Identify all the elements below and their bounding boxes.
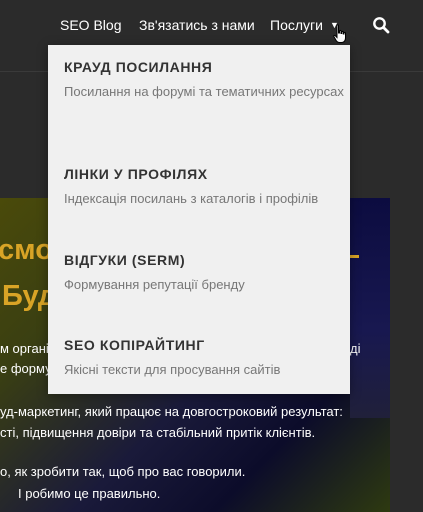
nav-link-seo-blog[interactable]: SEO Blog [60, 17, 121, 33]
hero-text-line: ді [350, 341, 361, 356]
dropdown-item-description: Формування репутації бренду [64, 277, 245, 292]
dropdown-item-seo-copywriting[interactable]: SEO КОПІРАЙТИНГ Якісні тексти для просув… [64, 337, 344, 380]
nav-link-contact[interactable]: Зв'язатись з нами [139, 17, 255, 33]
hero-title-dash [350, 255, 359, 258]
hero-text-line: І робимо це правильно. [18, 486, 161, 501]
search-icon[interactable] [372, 16, 390, 39]
services-dropdown-menu: КРАУД ПОСИЛАННЯ Посилання на форумі та т… [48, 45, 350, 394]
hero-text-line: м органі [0, 341, 49, 356]
hero-text-line: сті, підвищення довіри та стабільний при… [0, 425, 316, 440]
hero-title-line-1: смо [0, 234, 53, 266]
dropdown-item-profile-links[interactable]: ЛІНКИ У ПРОФІЛЯХ Індексація посилань з к… [64, 166, 344, 209]
dropdown-item-title: КРАУД ПОСИЛАННЯ [64, 59, 213, 75]
dropdown-item-description: Якісні тексти для просування сайтів [64, 362, 281, 377]
hero-text-line: уд-маркетинг, який працює на довгостроко… [0, 404, 343, 419]
dropdown-item-crowd-links[interactable]: КРАУД ПОСИЛАННЯ Посилання на форумі та т… [64, 59, 344, 102]
dropdown-item-description: Посилання на форумі та тематичних ресурс… [64, 84, 344, 99]
hero-background-strip [350, 198, 390, 418]
dropdown-item-reviews-serm[interactable]: ВІДГУКИ (SERM) Формування репутації брен… [64, 252, 344, 295]
dropdown-item-title: ЛІНКИ У ПРОФІЛЯХ [64, 166, 208, 182]
dropdown-item-title: ВІДГУКИ (SERM) [64, 252, 186, 268]
dropdown-item-description: Індексація посилань з каталогів і профіл… [64, 191, 319, 206]
nav-link-services[interactable]: Послуги [270, 17, 323, 33]
dropdown-item-title: SEO КОПІРАЙТИНГ [64, 337, 205, 353]
hero-text-line: о, як зробити так, щоб про вас говорили. [0, 464, 246, 479]
hero-text-line: е форму [0, 361, 52, 376]
